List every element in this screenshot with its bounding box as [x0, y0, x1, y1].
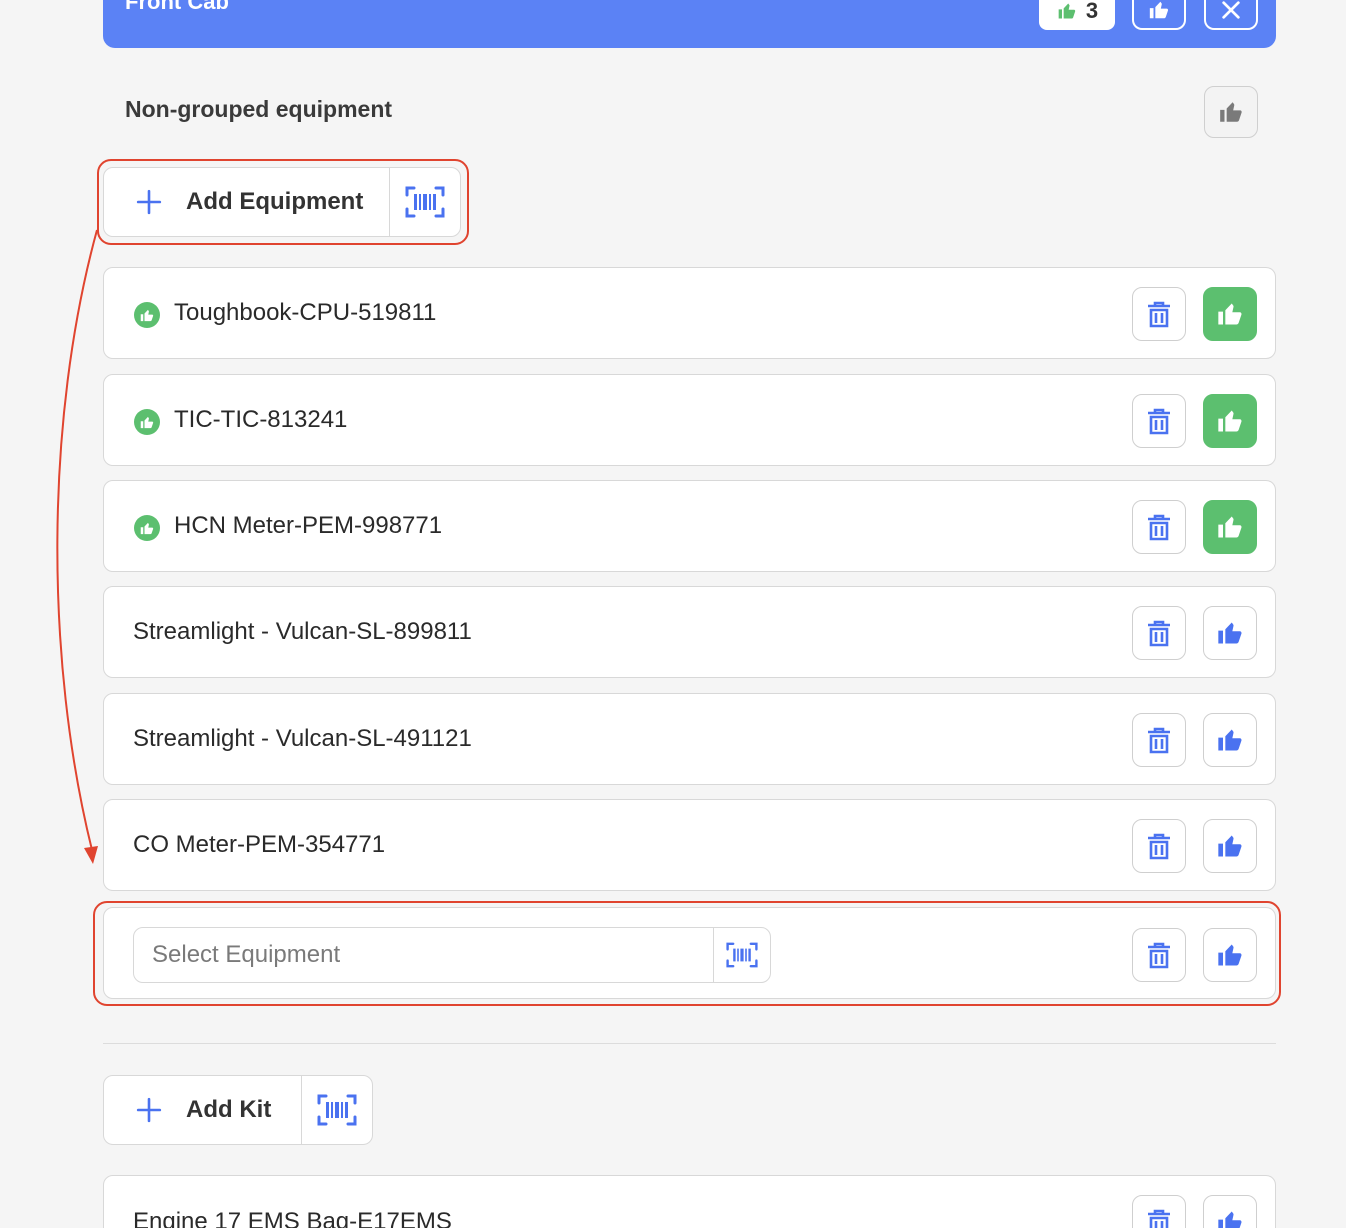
group-header: Front Cab 3	[103, 0, 1276, 48]
equipment-name: Toughbook-CPU-519811	[174, 299, 437, 326]
approve-button[interactable]	[1203, 713, 1257, 767]
equipment-row: CO Meter-PEM-354771	[103, 799, 1276, 891]
add-kit-label: Add Kit	[186, 1096, 272, 1123]
equipment-row: Streamlight - Vulcan-SL-899811	[103, 586, 1276, 678]
equipment-row: Streamlight - Vulcan-SL-491121	[103, 693, 1276, 785]
thumbs-up-icon	[1218, 729, 1242, 751]
trash-icon	[1148, 514, 1170, 541]
delete-button[interactable]	[1132, 928, 1186, 982]
equipment-name: Streamlight - Vulcan-SL-491121	[133, 725, 472, 752]
scan-equipment-button[interactable]	[390, 168, 460, 236]
approve-button[interactable]	[1203, 1195, 1257, 1228]
thumbs-up-icon	[1218, 835, 1242, 857]
trash-icon	[1148, 620, 1170, 647]
approve-all-button[interactable]	[1204, 86, 1258, 138]
plus-icon	[136, 1097, 162, 1123]
barcode-scan-icon	[726, 942, 758, 968]
thumbs-up-icon	[1149, 1, 1169, 19]
thumbs-up-icon	[1218, 410, 1242, 432]
delete-button[interactable]	[1132, 394, 1186, 448]
scan-kit-button[interactable]	[302, 1076, 372, 1144]
kit-name: Engine 17 EMS Bag-E17EMS	[133, 1208, 452, 1228]
approved-count: 3	[1085, 0, 1099, 23]
equipment-row: Toughbook-CPU-519811	[103, 267, 1276, 359]
add-equipment-button[interactable]: Add Equipment	[104, 168, 391, 236]
approved-status-icon	[134, 409, 160, 435]
trash-icon	[1148, 833, 1170, 860]
approve-button[interactable]	[1203, 606, 1257, 660]
thumbs-up-icon	[1218, 516, 1242, 538]
select-equipment-input[interactable]	[134, 928, 714, 982]
header-close-button[interactable]	[1204, 0, 1258, 30]
thumbs-up-icon	[1058, 3, 1076, 19]
equipment-name: HCN Meter-PEM-998771	[174, 512, 443, 539]
delete-button[interactable]	[1132, 606, 1186, 660]
add-equipment-label: Add Equipment	[186, 188, 364, 215]
trash-icon	[1148, 301, 1170, 328]
section-divider	[103, 1043, 1276, 1044]
approved-status-icon	[134, 302, 160, 328]
close-icon	[1222, 1, 1240, 19]
approved-status-icon	[134, 515, 160, 541]
add-kit-group: Add Kit	[103, 1075, 373, 1145]
trash-icon	[1148, 1209, 1170, 1228]
group-title: Front Cab	[125, 0, 229, 14]
scan-select-button[interactable]	[714, 928, 770, 982]
equipment-name: TIC-TIC-813241	[174, 406, 348, 433]
new-equipment-row	[103, 907, 1276, 999]
kit-row: Engine 17 EMS Bag-E17EMS	[103, 1175, 1276, 1228]
trash-icon	[1148, 727, 1170, 754]
delete-button[interactable]	[1132, 713, 1186, 767]
equipment-select	[133, 927, 771, 983]
delete-button[interactable]	[1132, 500, 1186, 554]
equipment-row: HCN Meter-PEM-998771	[103, 480, 1276, 572]
approved-count-badge: 3	[1039, 0, 1115, 30]
delete-button[interactable]	[1132, 287, 1186, 341]
add-equipment-group: Add Equipment	[103, 167, 461, 237]
approve-button[interactable]	[1203, 394, 1257, 448]
approve-button[interactable]	[1203, 287, 1257, 341]
thumbs-up-icon	[1218, 622, 1242, 644]
trash-icon	[1148, 942, 1170, 969]
equipment-name: Streamlight - Vulcan-SL-899811	[133, 618, 472, 645]
trash-icon	[1148, 408, 1170, 435]
plus-icon	[136, 189, 162, 215]
equipment-row: TIC-TIC-813241	[103, 374, 1276, 466]
approve-button[interactable]	[1203, 819, 1257, 873]
thumbs-up-icon	[1218, 1211, 1242, 1228]
delete-button[interactable]	[1132, 819, 1186, 873]
add-kit-button[interactable]: Add Kit	[104, 1076, 303, 1144]
approve-button[interactable]	[1203, 500, 1257, 554]
thumbs-up-icon	[1220, 102, 1242, 122]
header-approve-button[interactable]	[1132, 0, 1186, 30]
section-title: Non-grouped equipment	[125, 96, 393, 122]
thumbs-up-icon	[1218, 303, 1242, 325]
delete-button[interactable]	[1132, 1195, 1186, 1228]
equipment-name: CO Meter-PEM-354771	[133, 831, 386, 858]
thumbs-up-icon	[1218, 944, 1242, 966]
barcode-scan-icon	[317, 1094, 357, 1126]
barcode-scan-icon	[405, 186, 445, 218]
approve-button[interactable]	[1203, 928, 1257, 982]
